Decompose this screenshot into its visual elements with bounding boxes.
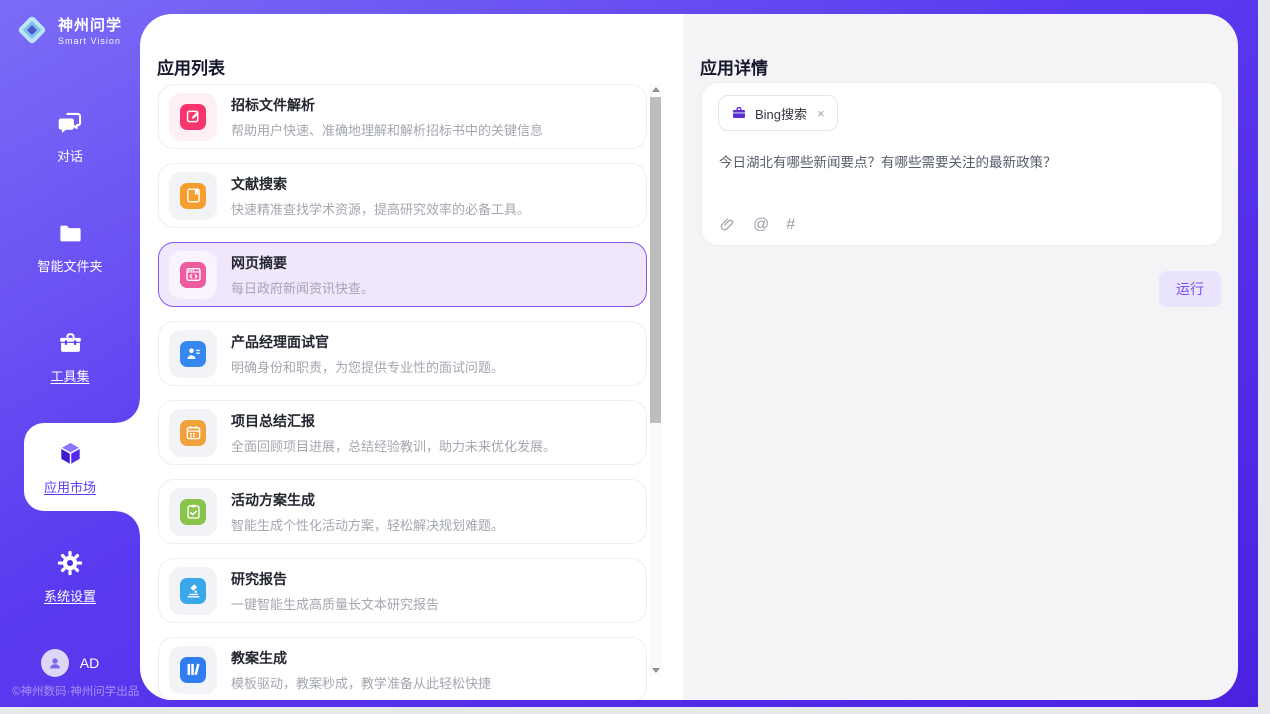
app-title: 项目总结汇报 [231, 411, 556, 431]
sidebar-item-4[interactable]: 应用市场 [0, 412, 140, 522]
avatar [41, 649, 69, 677]
app-card-8[interactable]: 教案生成模板驱动，教案秒成，教学准备从此轻松快捷 [158, 637, 647, 700]
sidebar-item-label: 系统设置 [44, 586, 96, 605]
app-title: 文献搜索 [231, 174, 530, 194]
app-card-4[interactable]: 产品经理面试官明确身份和职责，为您提供专业性的面试问题。 [158, 321, 647, 386]
attachment-toolbar: @ # [719, 216, 795, 233]
person-icon [47, 655, 63, 671]
toolbox-icon [57, 330, 84, 357]
at-icon[interactable]: @ [753, 217, 769, 233]
prompt-input[interactable]: 今日湖北有哪些新闻要点？有哪些需要关注的最新政策？ [719, 151, 1202, 171]
app-icon-tile [169, 172, 217, 220]
app-desc: 一键智能生成高质量长文本研究报告 [231, 594, 439, 613]
app-desc: 快速精准查找学术资源，提高研究效率的必备工具。 [231, 199, 530, 218]
app-icon-tile [169, 93, 217, 141]
clipboard-check-icon [180, 499, 206, 525]
tool-chip-label: Bing搜索 [755, 104, 807, 123]
scroll-down-icon[interactable] [650, 664, 661, 676]
sidebar-item-label: 应用市场 [44, 477, 96, 496]
app-desc: 每日政府新闻资讯快查。 [231, 278, 374, 297]
app-title: 产品经理面试官 [231, 332, 504, 352]
app-title: 活动方案生成 [231, 490, 504, 510]
book-icon [180, 183, 206, 209]
copyright-footer: ©神州数码·神州问学出品 [12, 683, 139, 699]
gear-icon [56, 549, 84, 577]
app-title: 教案生成 [231, 648, 491, 668]
prompt-card: Bing搜索 × 今日湖北有哪些新闻要点？有哪些需要关注的最新政策？ @ # [701, 82, 1223, 246]
app-desc: 明确身份和职责，为您提供专业性的面试问题。 [231, 357, 504, 376]
edit-doc-icon [180, 104, 206, 130]
sidebar-nav: 对话智能文件夹工具集应用市场系统设置 [0, 82, 140, 632]
app-desc: 全面回顾项目进展，总结经验教训，助力未来优化发展。 [231, 436, 556, 455]
close-icon[interactable]: × [817, 106, 825, 121]
browser-code-icon [180, 262, 206, 288]
run-button[interactable]: 运行 [1159, 271, 1221, 307]
hash-icon[interactable]: # [786, 217, 795, 233]
main-panel: 应用列表 招标文件解析帮助用户快速、准确地理解和解析招标书中的关键信息文献搜索快… [140, 14, 1238, 700]
logo-subtitle: Smart Vision [58, 36, 122, 46]
app-card-3[interactable]: 网页摘要每日政府新闻资讯快查。 [158, 242, 647, 307]
app-list-title: 应用列表 [157, 54, 225, 79]
app-desc: 帮助用户快速、准确地理解和解析招标书中的关键信息 [231, 120, 543, 139]
scroll-up-icon[interactable] [650, 84, 661, 96]
app-icon-tile [169, 646, 217, 694]
app-window: 神州问学 Smart Vision 对话智能文件夹工具集应用市场系统设置 AD … [0, 0, 1270, 714]
app-card-2[interactable]: 文献搜索快速精准查找学术资源，提高研究效率的必备工具。 [158, 163, 647, 228]
app-list: 招标文件解析帮助用户快速、准确地理解和解析招标书中的关键信息文献搜索快速精准查找… [158, 84, 647, 700]
logo-name: 神州问学 [58, 14, 122, 35]
scrollbar-thumb[interactable] [650, 97, 661, 423]
folder-icon [57, 220, 84, 247]
paperclip-icon[interactable] [719, 216, 736, 233]
app-desc: 智能生成个性化活动方案，轻松解决规划难题。 [231, 515, 504, 534]
tool-chip-bing-search[interactable]: Bing搜索 × [718, 95, 838, 131]
logo-diamond-icon [13, 11, 51, 49]
sidebar-item-label: 对话 [57, 146, 83, 165]
app-card-1[interactable]: 招标文件解析帮助用户快速、准确地理解和解析招标书中的关键信息 [158, 84, 647, 149]
books-icon [180, 657, 206, 683]
calendar-icon [180, 420, 206, 446]
app-frame: 神州问学 Smart Vision 对话智能文件夹工具集应用市场系统设置 AD … [0, 0, 1258, 707]
app-icon-tile [169, 409, 217, 457]
sidebar-item-3[interactable]: 工具集 [0, 302, 140, 412]
app-title: 网页摘要 [231, 253, 374, 273]
cube-icon [56, 439, 85, 468]
app-card-7[interactable]: 研究报告一键智能生成高质量长文本研究报告 [158, 558, 647, 623]
app-icon-tile [169, 567, 217, 615]
app-icon-tile [169, 251, 217, 299]
app-desc: 模板驱动，教案秒成，教学准备从此轻松快捷 [231, 673, 491, 692]
app-icon-tile [169, 488, 217, 536]
sidebar-item-2[interactable]: 智能文件夹 [0, 192, 140, 302]
sidebar-item-label: 工具集 [50, 366, 89, 385]
interviewer-icon [180, 341, 206, 367]
app-card-6[interactable]: 活动方案生成智能生成个性化活动方案，轻松解决规划难题。 [158, 479, 647, 544]
sidebar-item-1[interactable]: 对话 [0, 82, 140, 192]
chat-icon [57, 110, 84, 137]
app-logo: 神州问学 Smart Vision [13, 11, 122, 49]
app-detail-pane: 应用详情 Bing搜索 × 今日湖北有哪些新闻要点？ [683, 14, 1238, 700]
briefcase-icon [731, 105, 747, 121]
app-card-5[interactable]: 项目总结汇报全面回顾项目进展，总结经验教训，助力未来优化发展。 [158, 400, 647, 465]
microscope-icon [180, 578, 206, 604]
app-icon-tile [169, 330, 217, 378]
app-title: 招标文件解析 [231, 95, 543, 115]
app-list-pane: 应用列表 招标文件解析帮助用户快速、准确地理解和解析招标书中的关键信息文献搜索快… [140, 14, 683, 700]
sidebar: 神州问学 Smart Vision 对话智能文件夹工具集应用市场系统设置 AD … [0, 0, 140, 707]
sidebar-item-5[interactable]: 系统设置 [0, 522, 140, 632]
sidebar-item-label: 智能文件夹 [37, 256, 102, 275]
app-title: 研究报告 [231, 569, 439, 589]
list-scrollbar[interactable] [650, 84, 661, 676]
user-label: AD [80, 655, 99, 671]
user-account[interactable]: AD [0, 649, 140, 677]
app-detail-title: 应用详情 [700, 54, 768, 79]
